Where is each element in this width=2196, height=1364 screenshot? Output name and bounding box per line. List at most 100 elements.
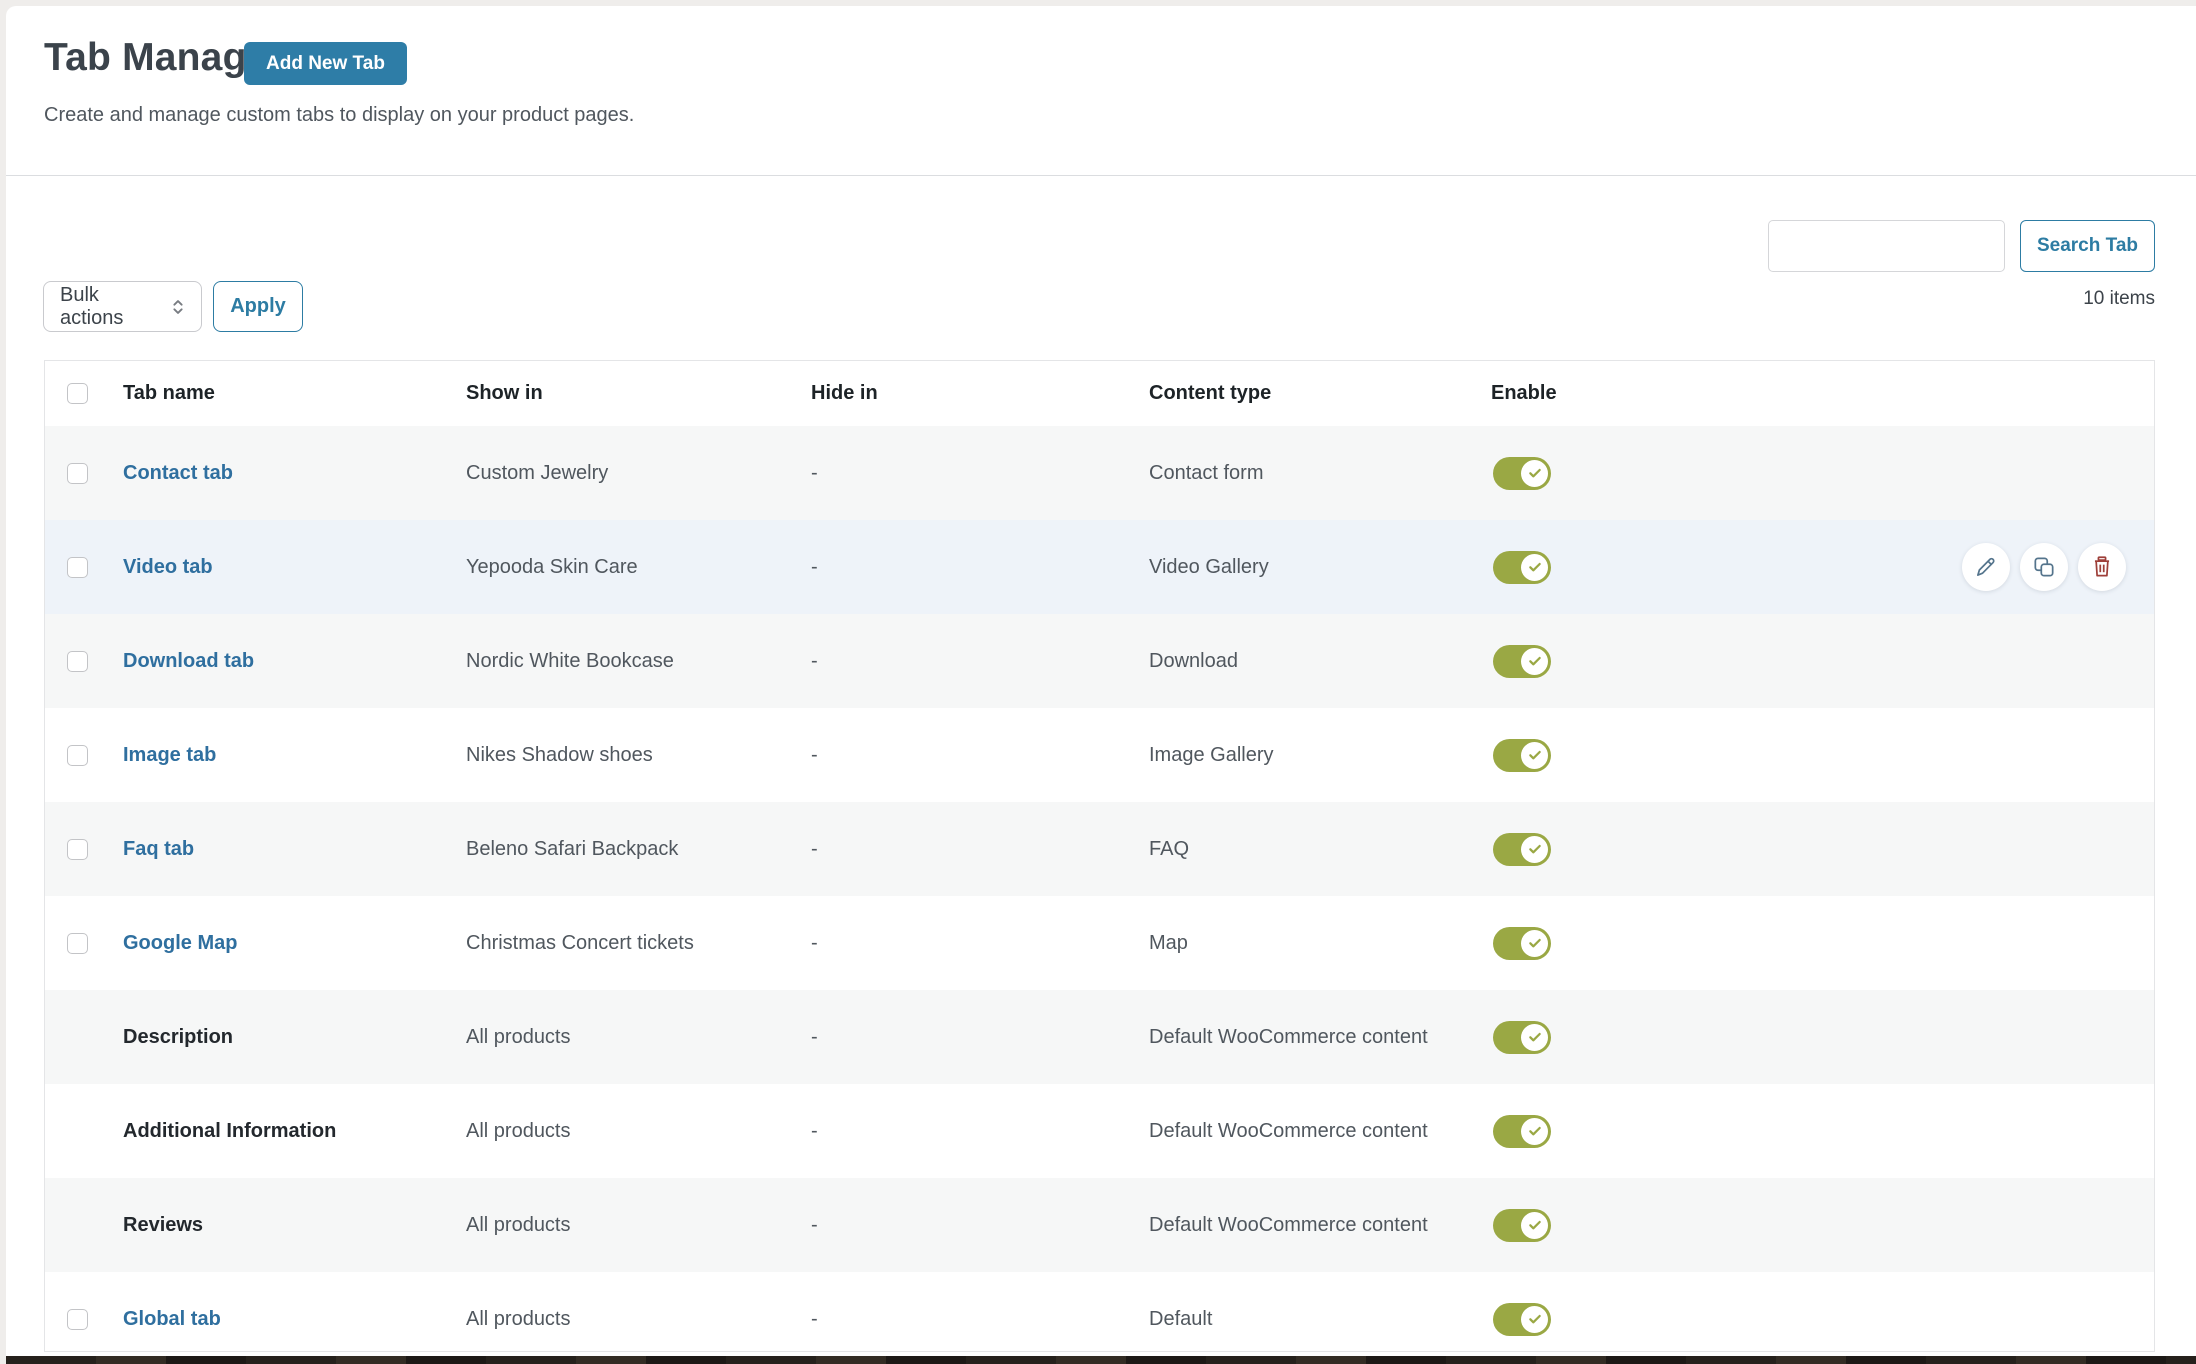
hide-in-cell: - [811, 650, 1149, 673]
tab-name-link[interactable]: Download tab [123, 650, 254, 672]
search-tab-button[interactable]: Search Tab [2020, 220, 2155, 272]
pencil-icon [1973, 554, 1999, 580]
show-in-cell: All products [466, 1308, 811, 1331]
hide-in-cell: - [811, 838, 1149, 861]
row-checkbox[interactable] [67, 651, 88, 672]
enable-toggle[interactable] [1493, 1209, 1551, 1242]
tab-name-link[interactable]: Contact tab [123, 462, 233, 484]
tab-name-link[interactable]: Video tab [123, 556, 213, 578]
add-new-tab-button[interactable]: Add New Tab [244, 42, 407, 85]
tab-name-text: Additional Information [123, 1120, 336, 1142]
row-checkbox[interactable] [67, 933, 88, 954]
hide-in-cell: - [811, 744, 1149, 767]
search-input[interactable] [1768, 220, 2005, 272]
check-icon [1521, 648, 1548, 675]
page-subtitle: Create and manage custom tabs to display… [44, 104, 634, 127]
table-row: Reviews All products-Default WooCommerce … [45, 1178, 2154, 1272]
check-icon [1521, 836, 1548, 863]
show-in-cell: All products [466, 1214, 811, 1237]
row-actions [1962, 543, 2126, 591]
content-type-cell: Video Gallery [1149, 556, 1491, 579]
content-type-cell: Default [1149, 1308, 1491, 1331]
enable-toggle[interactable] [1493, 551, 1551, 584]
column-header-show-in: Show in [466, 382, 811, 405]
table-row: Additional Information All products-Defau… [45, 1084, 2154, 1178]
duplicate-button[interactable] [2020, 543, 2068, 591]
enable-toggle[interactable] [1493, 457, 1551, 490]
row-checkbox[interactable] [67, 839, 88, 860]
content-type-cell: Default WooCommerce content [1149, 1120, 1491, 1143]
bottom-cutoff-strip [6, 1356, 2196, 1364]
tab-name-text: Description [123, 1026, 233, 1048]
updown-chevron-icon [167, 296, 189, 318]
enable-toggle[interactable] [1493, 1115, 1551, 1148]
tab-name-link[interactable]: Google Map [123, 932, 237, 954]
content-type-cell: Download [1149, 650, 1491, 673]
enable-toggle[interactable] [1493, 927, 1551, 960]
apply-button[interactable]: Apply [213, 281, 303, 332]
column-header-hide-in: Hide in [811, 382, 1149, 405]
check-icon [1521, 930, 1548, 957]
hide-in-cell: - [811, 1308, 1149, 1331]
tab-name-link[interactable]: Faq tab [123, 838, 194, 860]
row-checkbox[interactable] [67, 1309, 88, 1330]
content-type-cell: Default WooCommerce content [1149, 1214, 1491, 1237]
row-checkbox[interactable] [67, 463, 88, 484]
show-in-cell: Beleno Safari Backpack [466, 838, 811, 861]
tab-name-link[interactable]: Global tab [123, 1308, 221, 1330]
check-icon [1521, 742, 1548, 769]
check-icon [1521, 1306, 1548, 1333]
table-row: Contact tabCustom Jewelry-Contact form [45, 426, 2154, 520]
enable-toggle[interactable] [1493, 833, 1551, 866]
table-row: Video tab Yepooda Skin Care-Video Gallery [45, 520, 2154, 614]
delete-button[interactable] [2078, 543, 2126, 591]
bulk-actions-label: Bulk actions [60, 284, 167, 330]
enable-toggle[interactable] [1493, 645, 1551, 678]
check-icon [1521, 460, 1548, 487]
enable-toggle[interactable] [1493, 739, 1551, 772]
hide-in-cell: - [811, 556, 1149, 579]
content-type-cell: FAQ [1149, 838, 1491, 861]
table-row: Download tab Nordic White Bookcase-Downlo… [45, 614, 2154, 708]
table-header-row: Tab name Show in Hide in Content type En… [45, 361, 2154, 426]
enable-toggle[interactable] [1493, 1303, 1551, 1336]
items-count: 10 items [2083, 288, 2155, 310]
check-icon [1521, 1024, 1548, 1051]
enable-toggle[interactable] [1493, 1021, 1551, 1054]
show-in-cell: Custom Jewelry [466, 462, 811, 485]
column-header-tab-name: Tab name [123, 382, 466, 405]
tabs-table: Tab name Show in Hide in Content type En… [44, 360, 2155, 1352]
row-checkbox[interactable] [67, 557, 88, 578]
content-type-cell: Default WooCommerce content [1149, 1026, 1491, 1049]
show-in-cell: Christmas Concert tickets [466, 932, 811, 955]
content-type-cell: Map [1149, 932, 1491, 955]
row-checkbox[interactable] [67, 745, 88, 766]
check-icon [1521, 1212, 1548, 1239]
edit-button[interactable] [1962, 543, 2010, 591]
trash-icon [2089, 554, 2115, 580]
table-row: Faq tab Beleno Safari Backpack-FAQ [45, 802, 2154, 896]
hide-in-cell: - [811, 932, 1149, 955]
table-row: Global tab All products-Default [45, 1272, 2154, 1352]
show-in-cell: All products [466, 1120, 811, 1143]
column-header-enable: Enable [1491, 382, 2154, 405]
bulk-actions-select[interactable]: Bulk actions [43, 281, 202, 332]
table-row: Google Map Christmas Concert tickets-Map [45, 896, 2154, 990]
tab-name-text: Reviews [123, 1214, 203, 1236]
hide-in-cell: - [811, 1026, 1149, 1049]
header-divider [6, 175, 2196, 176]
hide-in-cell: - [811, 462, 1149, 485]
show-in-cell: All products [466, 1026, 811, 1049]
table-row: Description All products-Default WooComme… [45, 990, 2154, 1084]
hide-in-cell: - [811, 1214, 1149, 1237]
show-in-cell: Yepooda Skin Care [466, 556, 811, 579]
content-type-cell: Image Gallery [1149, 744, 1491, 767]
hide-in-cell: - [811, 1120, 1149, 1143]
check-icon [1521, 554, 1548, 581]
show-in-cell: Nordic White Bookcase [466, 650, 811, 673]
show-in-cell: Nikes Shadow shoes [466, 744, 811, 767]
column-header-content-type: Content type [1149, 382, 1491, 405]
tab-name-link[interactable]: Image tab [123, 744, 216, 766]
select-all-checkbox[interactable] [67, 383, 88, 404]
check-icon [1521, 1118, 1548, 1145]
